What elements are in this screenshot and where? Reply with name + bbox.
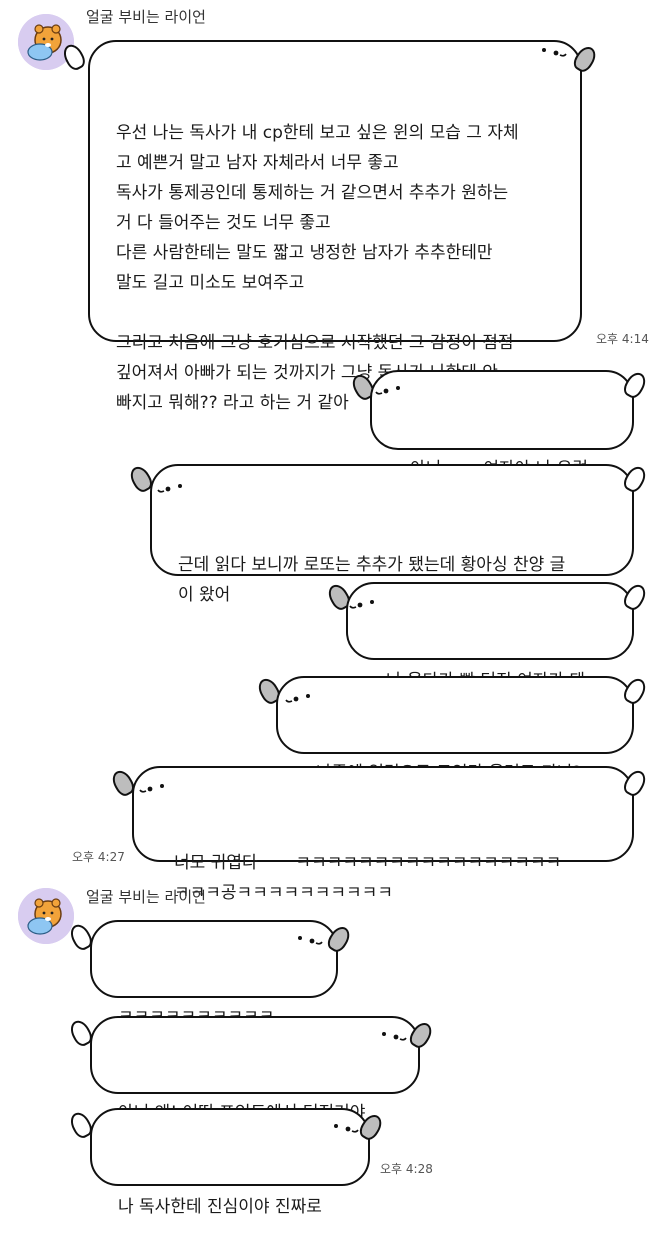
dot-eyes-face-icon — [294, 932, 324, 948]
timestamp: 오후 4:14 — [596, 332, 649, 346]
lion-avatar-icon — [18, 888, 74, 944]
message-bubble[interactable]: 우선 나는 독사가 내 cp한테 보고 싶은 윈의 모습 그 자체 고 예쁜거 … — [88, 40, 582, 413]
avatar[interactable] — [18, 888, 74, 944]
sender-name: 얼굴 부비는 라이언 — [86, 8, 206, 26]
dot-eyes-face-icon — [156, 480, 186, 496]
message-bubble[interactable]: 아니 ㅠㅠ 여자야 나 우렁 — [370, 370, 634, 479]
message-bubble[interactable]: 나 독사한테 진심이야 진짜로 — [90, 1108, 370, 1217]
message-bubble[interactable]: 나 울다가 빵 터진 여자가 돼 — [346, 582, 634, 691]
dot-eyes-face-icon — [330, 1120, 360, 1136]
dot-eyes-face-icon — [138, 780, 168, 796]
message-bubble[interactable]: 아니 왜! 어떤 포인트에서 터진거야 — [90, 1016, 420, 1123]
message-bubble[interactable]: 너모 귀엽다 ㅋㅋㅋㅋㅋㅋㅋㅋㅋㅋㅋㅋㅋㅋㅋㅋㅋ ㅋㅋㅋ공ㅋㅋㅋㅋㅋㅋㅋㅋㅋㅋ — [132, 766, 634, 903]
message-text: 나 독사한테 진심이야 진짜로 — [118, 1197, 322, 1217]
dot-eyes-face-icon — [374, 382, 404, 398]
timestamp: 오후 4:27 — [72, 850, 125, 864]
message-bubble[interactable]: 나중에 익명으로 트잇타 올려도 되니? — [276, 676, 634, 783]
dot-eyes-face-icon — [348, 596, 378, 612]
dot-eyes-face-icon — [284, 690, 314, 706]
dot-eyes-face-icon — [538, 44, 568, 60]
timestamp: 오후 4:28 — [380, 1162, 433, 1176]
message-text: 너모 귀엽다 ㅋㅋㅋㅋㅋㅋㅋㅋㅋㅋㅋㅋㅋㅋㅋㅋㅋ ㅋㅋㅋ공ㅋㅋㅋㅋㅋㅋㅋㅋㅋㅋ — [174, 853, 562, 903]
dot-eyes-face-icon — [378, 1028, 408, 1044]
message-bubble[interactable]: 근데 읽다 보니까 로또는 추추가 됐는데 황아싱 찬양 글 이 왔어 — [150, 464, 634, 605]
sender-name: 얼굴 부비는 라이언 — [86, 888, 206, 906]
